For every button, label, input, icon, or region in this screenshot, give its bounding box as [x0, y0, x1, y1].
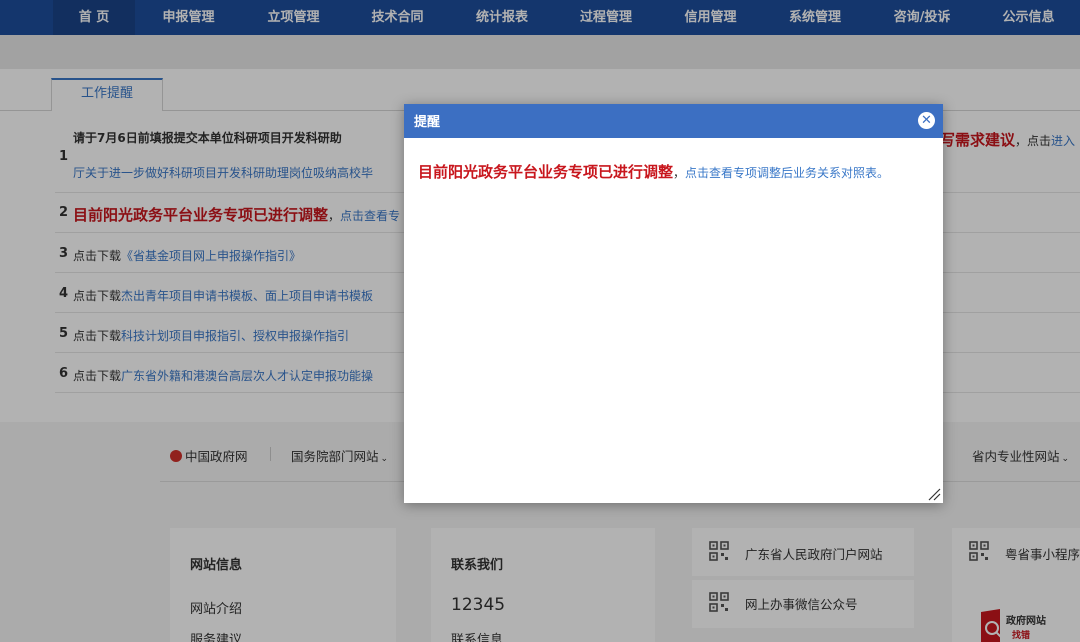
dialog-header: 提醒 ✕ — [404, 104, 943, 138]
dialog-message: 目前阳光政务平台业务专项已进行调整，点击查看专项调整后业务关系对照表。 — [418, 161, 889, 182]
reminder-dialog: 提醒 ✕ 目前阳光政务平台业务专项已进行调整，点击查看专项调整后业务关系对照表。 — [404, 104, 943, 503]
dialog-message-comma: ， — [673, 166, 686, 180]
resize-handle-icon[interactable] — [927, 487, 941, 501]
dialog-link[interactable]: 点击查看专项调整后业务关系对照表。 — [685, 166, 889, 180]
dialog-title: 提醒 — [414, 115, 441, 130]
dialog-message-red: 目前阳光政务平台业务专项已进行调整 — [418, 163, 674, 181]
close-icon[interactable]: ✕ — [918, 112, 935, 129]
